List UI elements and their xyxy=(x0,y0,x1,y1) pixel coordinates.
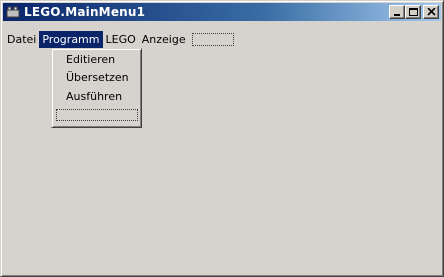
menu-lego[interactable]: LEGO xyxy=(103,31,139,48)
window-controls xyxy=(389,5,439,19)
window-title: LEGO.MainMenu1 xyxy=(24,5,146,19)
maximize-icon xyxy=(409,8,418,16)
menu-anzeige[interactable]: Anzeige xyxy=(139,31,189,48)
title-bar[interactable]: LEGO.MainMenu1 xyxy=(3,3,441,21)
menuitem-editieren[interactable]: Editieren xyxy=(66,51,115,69)
lego-app-icon[interactable] xyxy=(6,5,20,19)
main-window: LEGO.MainMenu1 Datei Programm LEGO Anzei… xyxy=(0,0,444,277)
menu-programm[interactable]: Programm xyxy=(39,30,103,48)
close-button[interactable] xyxy=(423,5,439,19)
menu-empty-placeholder[interactable] xyxy=(191,32,234,46)
programm-dropdown: Editieren Übersetzen Ausführen xyxy=(51,48,142,128)
menuitem-uebersetzen[interactable]: Übersetzen xyxy=(66,69,129,87)
maximize-button[interactable] xyxy=(405,5,421,19)
close-icon xyxy=(427,8,436,16)
minimize-icon xyxy=(394,14,400,16)
menuitem-ausfuehren[interactable]: Ausführen xyxy=(66,88,122,106)
menu-datei[interactable]: Datei xyxy=(4,31,39,48)
dropdown-empty-placeholder[interactable] xyxy=(56,109,138,121)
minimize-button[interactable] xyxy=(389,5,405,19)
menu-bar: Datei Programm LEGO Anzeige xyxy=(4,30,440,48)
